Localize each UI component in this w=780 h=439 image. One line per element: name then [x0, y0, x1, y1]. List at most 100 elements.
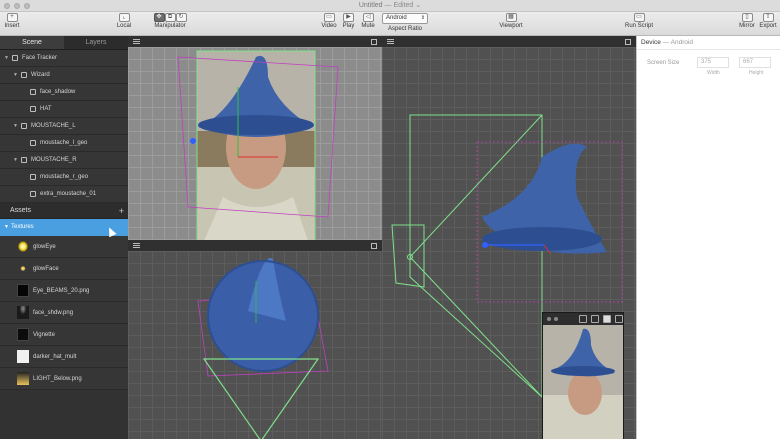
rotate-tool-icon[interactable]: ↻ — [175, 13, 187, 22]
scene-item[interactable]: extra_moustache_01 — [0, 186, 128, 203]
mesh-icon — [30, 106, 36, 112]
texture-item[interactable]: darker_hat_mult — [0, 346, 128, 368]
screenshot-icon[interactable] — [603, 315, 611, 323]
scene-item[interactable]: face_shadow — [0, 84, 128, 101]
maximize-viewport-icon[interactable] — [371, 243, 377, 249]
insert-label: Insert — [4, 23, 20, 29]
title-bar: Untitled — Edited ⌄ — [0, 0, 780, 12]
viewport-menu-icon[interactable] — [387, 39, 394, 40]
texture-thumbnail — [17, 350, 29, 363]
width-caption: Width — [707, 70, 720, 76]
viewport-right-canvas — [382, 47, 636, 439]
scale-tool-icon[interactable]: ⧉ — [164, 13, 176, 22]
mirror-device-icon: ▯ — [741, 13, 753, 22]
video-button[interactable]: ▭ Video — [320, 13, 338, 29]
scene-item[interactable]: HAT — [0, 101, 128, 118]
disclosure-triangle-icon[interactable]: ▼ — [13, 67, 18, 83]
height-caption: Height — [749, 70, 764, 76]
play-label: Play — [342, 23, 355, 29]
viewport-menu-icon[interactable] — [133, 39, 140, 40]
viewport-label: Viewport — [499, 23, 523, 29]
insert-button[interactable]: + Insert — [4, 13, 20, 29]
play-button[interactable]: ▶ Play — [341, 13, 356, 29]
viewport-menu-icon[interactable] — [133, 243, 140, 244]
texture-thumbnail — [17, 262, 29, 275]
texture-item[interactable]: face_shdw.png — [0, 302, 128, 324]
maximize-viewport-icon[interactable] — [625, 39, 631, 45]
script-monitor-icon: ▭ — [633, 13, 645, 22]
rotate-device-icon[interactable] — [579, 315, 587, 323]
viewport-top-left[interactable] — [128, 36, 382, 240]
aspect-ratio-label: Aspect Ratio — [387, 26, 423, 32]
scene-item-label: MOUSTACHE_R — [31, 157, 77, 163]
run-script-label: Run Script — [624, 23, 653, 29]
texture-thumbnail — [17, 328, 29, 341]
preview-dot-icon — [547, 317, 551, 321]
device-preview-graphic — [543, 325, 623, 439]
scene-item[interactable]: ▼ MOUSTACHE_L — [0, 118, 128, 135]
device-preview — [542, 312, 624, 439]
document-status: — Edited ⌄ — [384, 2, 422, 9]
run-script-button[interactable]: ▭ Run Script — [622, 13, 656, 29]
settings-icon[interactable] — [615, 315, 623, 323]
video-label: Video — [321, 23, 337, 29]
mesh-icon — [30, 191, 36, 197]
maximize-viewport-icon[interactable] — [371, 39, 377, 45]
assets-header: Assets + — [0, 203, 128, 219]
viewport-right[interactable] — [382, 36, 636, 439]
preview-dot-icon — [554, 317, 558, 321]
plus-icon: + — [6, 13, 18, 22]
viewport-layout-icon: ▦ — [505, 13, 517, 22]
scene-item-label: moustache_l_geo — [40, 140, 88, 146]
left-panel: Scene Layers ▼ Face Tracker ▼ Wizard face_sh… — [0, 36, 128, 439]
viewport-top-left-bar — [128, 36, 382, 47]
scene-item-label: HAT — [40, 106, 52, 112]
scene-item[interactable]: moustache_l_geo — [0, 135, 128, 152]
scene-item[interactable]: ▼ MOUSTACHE_R — [0, 152, 128, 169]
scene-item-label: extra_moustache_01 — [40, 191, 97, 197]
texture-item[interactable]: glowEye — [0, 236, 128, 258]
document-name: Untitled — [358, 2, 383, 9]
texture-item[interactable]: LIGHT_Below.png — [0, 368, 128, 390]
toolbar: + Insert ⌞ Local ✥ ⧉ ↻ Manipulator ▭ Video… — [0, 12, 780, 36]
disclosure-triangle-icon[interactable]: ▼ — [4, 50, 9, 66]
texture-item[interactable]: Eye_BEAMS_20.png — [0, 280, 128, 302]
export-icon: ⇧ — [762, 13, 774, 22]
video-camera-icon: ▭ — [323, 13, 335, 22]
texture-item[interactable]: Vignette — [0, 324, 128, 346]
local-button[interactable]: ⌞ Local — [113, 13, 135, 29]
texture-item[interactable]: glowFace — [0, 258, 128, 280]
scene-item[interactable]: ▼ Face Tracker — [0, 50, 128, 67]
texture-item-label: glowEye — [33, 244, 56, 250]
add-asset-icon[interactable]: + — [119, 203, 124, 219]
mirror-button[interactable]: ▯ Mirror — [737, 13, 757, 29]
inspector-subtitle: — Android — [662, 39, 694, 46]
face-mesh-icon — [30, 89, 36, 95]
camera-switch-icon[interactable] — [591, 315, 599, 323]
window-title: Untitled — Edited ⌄ — [0, 1, 780, 9]
device-preview-toolbar — [543, 313, 623, 325]
disclosure-triangle-icon[interactable]: ▼ — [4, 219, 9, 236]
move-tool-icon[interactable]: ✥ — [153, 13, 165, 22]
tab-scene[interactable]: Scene — [0, 36, 64, 49]
viewport-button[interactable]: ▦ Viewport — [496, 13, 526, 29]
local-axis-icon: ⌞ — [118, 13, 130, 22]
tab-layers[interactable]: Layers — [64, 36, 128, 49]
scene-item[interactable]: ▼ Wizard — [0, 67, 128, 84]
mute-button[interactable]: ◁ Mute — [360, 13, 376, 29]
viewport-bottom-left[interactable] — [128, 240, 382, 439]
screen-width-field[interactable]: 375 — [697, 57, 729, 68]
texture-item-label: face_shdw.png — [33, 310, 74, 316]
scene-item[interactable]: moustache_r_geo — [0, 169, 128, 186]
aspect-ratio-select[interactable]: Android ⇕ — [382, 13, 428, 24]
textures-label: Textures — [11, 224, 34, 230]
texture-thumbnail — [17, 284, 29, 297]
inspector-header: Device — Android — [637, 36, 780, 50]
disclosure-triangle-icon[interactable]: ▼ — [13, 152, 18, 168]
scene-item-label: Wizard — [31, 72, 50, 78]
texture-thumbnail — [17, 240, 29, 253]
disclosure-triangle-icon[interactable]: ▼ — [13, 118, 18, 134]
screen-height-field[interactable]: 667 — [739, 57, 771, 68]
null-object-icon — [21, 123, 27, 129]
export-button[interactable]: ⇧ Export — [758, 13, 778, 29]
